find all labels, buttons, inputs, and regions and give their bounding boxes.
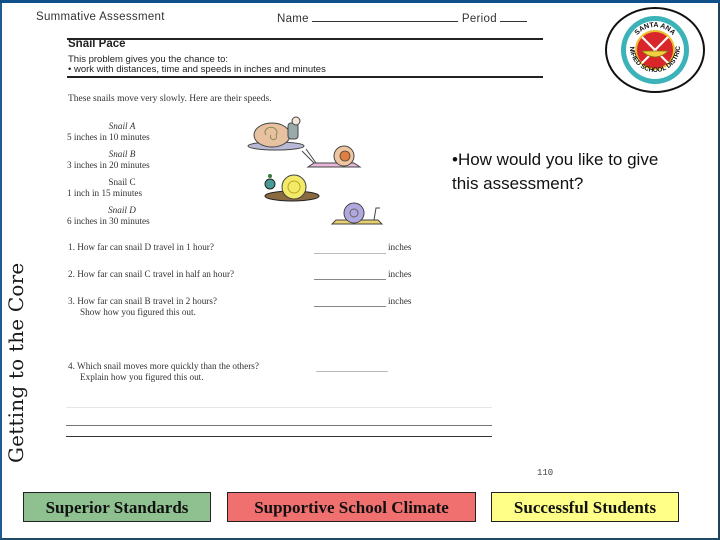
task-title: Snail Pace — [68, 38, 126, 50]
snail-c-speed: Snail C 1 inch in 15 minutes — [67, 177, 177, 199]
period-label: Period — [461, 13, 497, 25]
answer-blank-4[interactable] — [316, 371, 388, 372]
snail-b-illustration — [301, 145, 362, 168]
snail-b-speed: Snail B 3 inches in 20 minutes — [67, 149, 177, 171]
snail-d-speed: Snail D 6 inches in 30 minutes — [67, 205, 177, 227]
answer-blank-1[interactable] — [314, 253, 386, 254]
snail-name: Snail C — [108, 177, 136, 187]
answer-blank-2[interactable] — [314, 279, 386, 280]
question-4: 4. Which snail moves more quickly than t… — [68, 361, 259, 383]
snail-speed: 3 inches in 20 minutes — [67, 160, 150, 170]
snail-speed: 1 inch in 15 minutes — [67, 188, 143, 198]
period-blank — [500, 11, 528, 22]
question-3-text: 3. How far can snail B travel in 2 hours… — [68, 296, 218, 306]
page-number: 110 — [537, 468, 554, 478]
explain-line-1[interactable] — [66, 407, 492, 408]
unit-2: inches — [388, 269, 412, 279]
snail-d-illustration — [330, 202, 384, 225]
explain-line-2[interactable] — [66, 425, 492, 426]
snail-name: Snail A — [108, 121, 136, 131]
question-4-subtext: Explain how you figured this out. — [80, 372, 204, 382]
snail-c-illustration — [264, 174, 320, 202]
question-4-text: 4. Which snail moves more quickly than t… — [68, 361, 259, 371]
side-title: Getting to the Core — [4, 262, 28, 463]
question-1: 1. How far can snail D travel in 1 hour? — [68, 242, 214, 252]
pillar-supportive-school-climate: Supportive School Climate — [227, 492, 476, 522]
assessment-prompt: •How would you like to give this assessm… — [452, 150, 659, 193]
name-label: Name — [277, 13, 309, 25]
pillar-successful-students: Successful Students — [491, 492, 679, 522]
unit-1: inches — [388, 242, 412, 252]
unit-3: inches — [388, 296, 412, 306]
name-period-line: Name Period — [277, 11, 528, 25]
question-3-subtext: Show how you figured this out. — [80, 307, 196, 317]
answer-blank-3[interactable] — [314, 306, 386, 307]
name-blank — [312, 11, 459, 22]
snail-a-speed: Snail A 5 inches in 10 minutes — [67, 121, 177, 143]
snail-speed: 6 inches in 30 minutes — [67, 216, 150, 226]
snail-name: Snail D — [108, 205, 136, 215]
title-rule-top — [67, 38, 543, 40]
snail-name: Snail B — [108, 149, 136, 159]
intro-line-2: • work with distances, time and speeds i… — [68, 64, 326, 75]
question-2: 2. How far can snail C travel in half an… — [68, 269, 235, 279]
pillar-superior-standards: Superior Standards — [23, 492, 211, 522]
title-rule-bottom — [67, 76, 543, 78]
question-3: 3. How far can snail B travel in 2 hours… — [68, 296, 217, 318]
slide-top-bar — [0, 0, 720, 3]
explain-line-3[interactable] — [66, 436, 492, 437]
snail-speed: 5 inches in 10 minutes — [67, 132, 150, 142]
speeds-intro: These snails move very slowly. Here are … — [68, 94, 272, 104]
worksheet-header-title: Summative Assessment — [36, 11, 165, 23]
district-logo: SANTA ANA UNIFIED SCHOOL DISTRICT — [602, 5, 705, 93]
